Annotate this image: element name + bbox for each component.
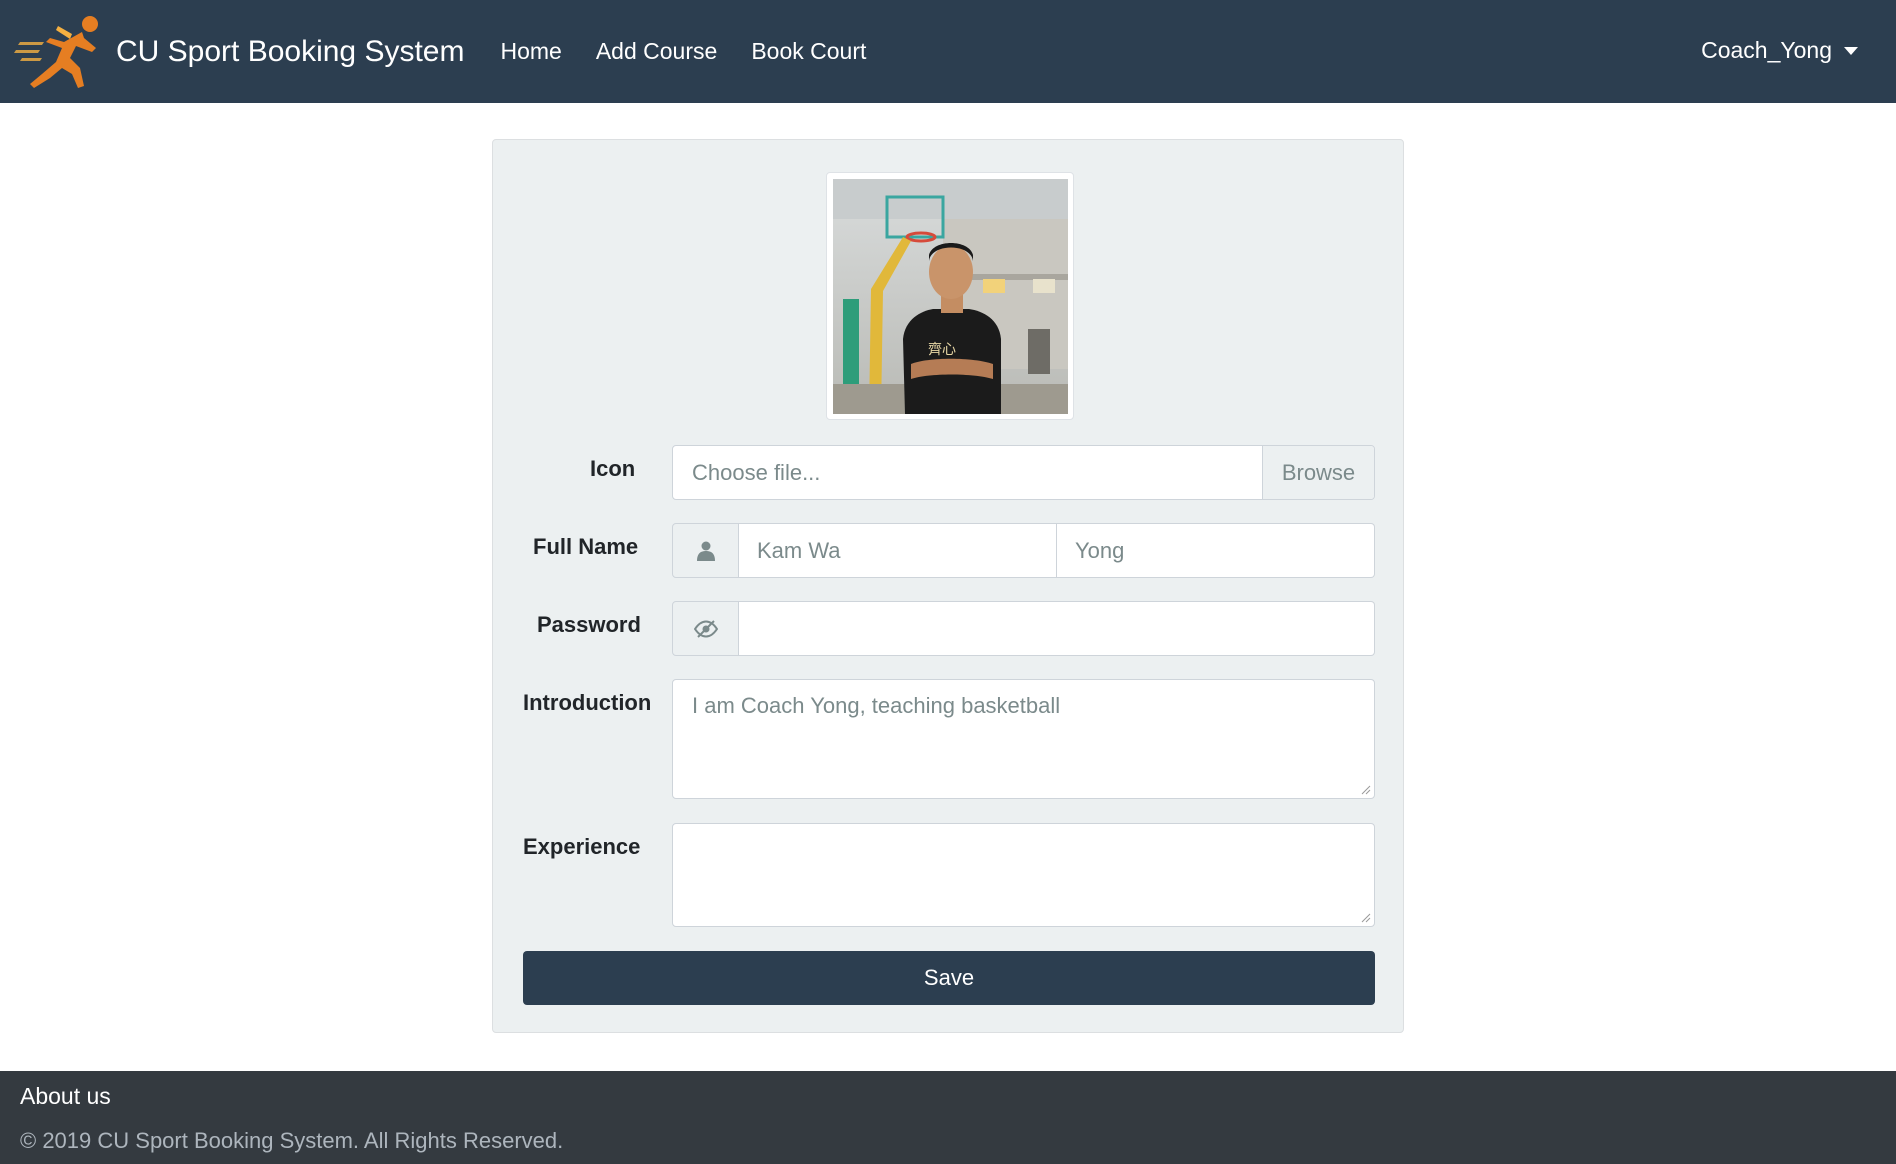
icon-label: Icon <box>590 456 636 481</box>
experience-label: Experience <box>523 834 641 859</box>
nav-add-course[interactable]: Add Course <box>596 38 717 65</box>
introduction-textarea[interactable]: I am Coach Yong, teaching basketball <box>672 679 1375 799</box>
resize-grip-icon[interactable] <box>1361 785 1371 795</box>
profile-form-card: 齊心 Icon Choose file... Browse Full Name … <box>492 139 1404 1033</box>
file-placeholder: Choose file... <box>692 460 821 485</box>
user-name: Coach_Yong <box>1701 37 1832 63</box>
password-group <box>672 601 1375 656</box>
icon-file-input[interactable]: Choose file... Browse <box>672 445 1375 500</box>
resize-grip-icon[interactable] <box>1361 913 1371 923</box>
chevron-down-icon <box>1844 46 1858 55</box>
password-input[interactable] <box>739 601 1375 656</box>
eye-slash-icon[interactable] <box>672 601 739 656</box>
experience-textarea[interactable] <box>672 823 1375 927</box>
save-button[interactable]: Save <box>523 951 1375 1005</box>
introduction-text: I am Coach Yong, teaching basketball <box>692 693 1061 718</box>
footer-copyright: © 2019 CU Sport Booking System. All Righ… <box>20 1128 564 1153</box>
top-navbar: CU Sport Booking System Home Add Course … <box>0 0 1896 103</box>
nav-home[interactable]: Home <box>500 38 561 65</box>
first-name-input[interactable]: Kam Wa <box>739 523 1057 578</box>
password-label: Password <box>537 612 641 637</box>
last-name-input[interactable]: Yong <box>1057 523 1375 578</box>
introduction-label: Introduction <box>523 690 652 715</box>
brand-name: CU Sport Booking System <box>116 34 465 68</box>
footer-about-us: About us <box>20 1083 111 1109</box>
sprinter-logo-icon <box>14 15 98 88</box>
brand[interactable]: CU Sport Booking System <box>12 0 464 103</box>
avatar: 齊心 <box>826 172 1074 420</box>
svg-text:齊心: 齊心 <box>928 341 956 358</box>
nav-links: Home Add Course Book Court <box>500 38 900 65</box>
browse-button[interactable]: Browse <box>1262 446 1374 499</box>
footer: About us © 2019 CU Sport Booking System.… <box>0 1071 1896 1164</box>
nav-book-court[interactable]: Book Court <box>751 38 866 65</box>
user-icon <box>672 523 739 578</box>
profile-photo: 齊心 <box>833 179 1068 414</box>
full-name-group: Kam Wa Yong <box>672 523 1375 578</box>
user-menu-dropdown[interactable]: Coach_Yong <box>1701 37 1858 64</box>
full-name-label: Full Name <box>533 534 639 559</box>
